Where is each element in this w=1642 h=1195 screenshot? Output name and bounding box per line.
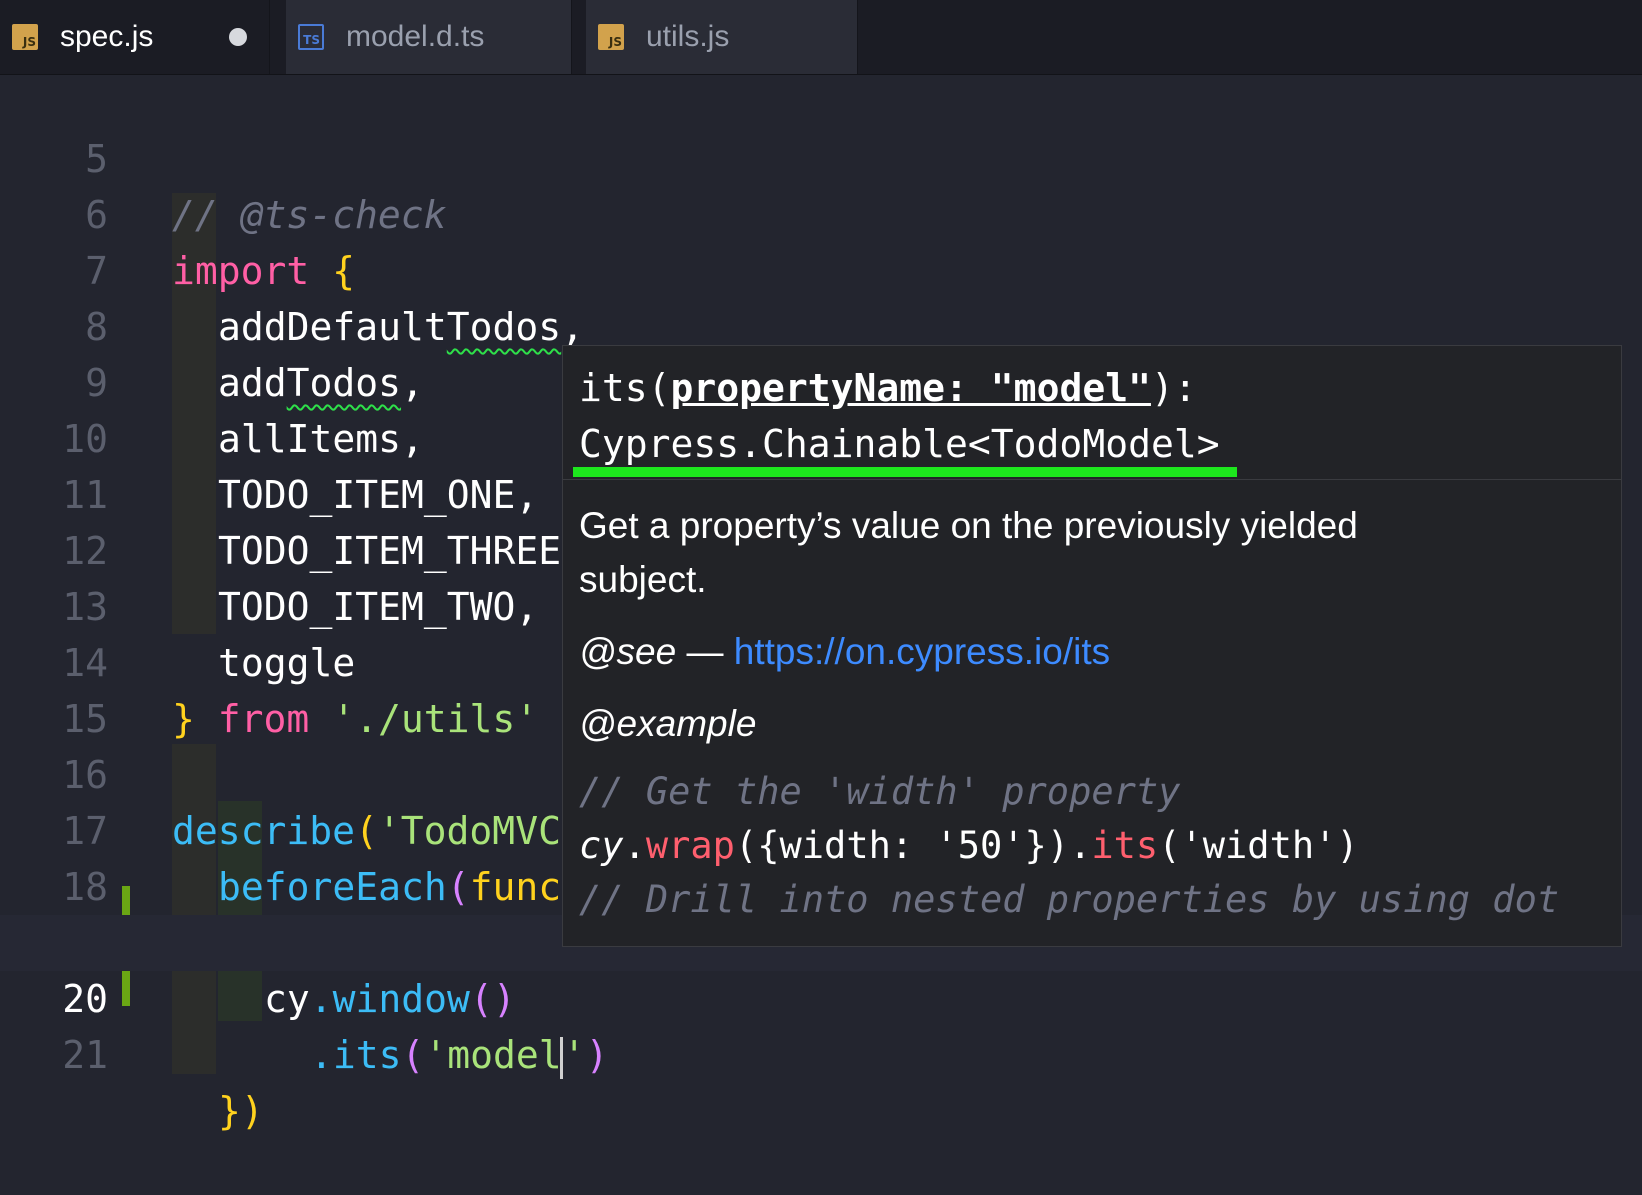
active-parameter: propertyName: "model"	[670, 366, 1151, 410]
signature: its(propertyName: "model"): Cypress.Chai…	[579, 366, 1220, 466]
tab-label: spec.js	[60, 20, 154, 53]
typescript-file-icon: TS	[298, 24, 324, 50]
tab-label: model.d.ts	[346, 20, 485, 53]
description: subject.	[579, 559, 707, 600]
divider	[563, 479, 1621, 480]
highlight-underline	[573, 467, 1237, 477]
docs-link[interactable]: https://on.cypress.io/its	[734, 631, 1110, 672]
code-line: 8 addTodos,	[0, 243, 1642, 405]
example-tag: @example	[579, 703, 757, 744]
javascript-file-icon: JS	[598, 24, 624, 50]
tab-utils-js[interactable]: JS utils.js	[586, 0, 858, 74]
tab-spec-js[interactable]: JS spec.js	[0, 0, 270, 74]
line-number: 21	[62, 1033, 108, 1077]
code-text: .its('model')	[310, 1033, 609, 1079]
return-type: Cypress.Chainable<TodoModel>	[579, 422, 1220, 466]
javascript-file-icon: JS	[12, 24, 38, 50]
tab-bar: JS spec.js TS model.d.ts JS utils.js	[0, 0, 1642, 75]
example-comment: // Drill into nested properties by using…	[579, 878, 1560, 921]
intellisense-tooltip: its(propertyName: "model"): Cypress.Chai…	[562, 345, 1622, 947]
code-line: 21 })	[0, 971, 1642, 1133]
see-tag: @see — https://on.cypress.io/its	[579, 631, 1111, 672]
tab-model-d-ts[interactable]: TS model.d.ts	[286, 0, 572, 74]
tab-label: utils.js	[646, 20, 730, 53]
code-line: 7 addDefaultTodos,	[0, 187, 1642, 349]
code-line: 5 // @ts-check	[0, 75, 1642, 237]
description: Get a property’s value on the previously…	[579, 505, 1358, 546]
code-line: 6 import {	[0, 131, 1642, 293]
unsaved-dot-icon	[229, 28, 247, 46]
example-comment: // Get the 'width' property	[579, 770, 1181, 813]
example-code: cy.wrap({width: '50'}).its('width')	[579, 824, 1359, 867]
code-text: })	[218, 1089, 264, 1133]
